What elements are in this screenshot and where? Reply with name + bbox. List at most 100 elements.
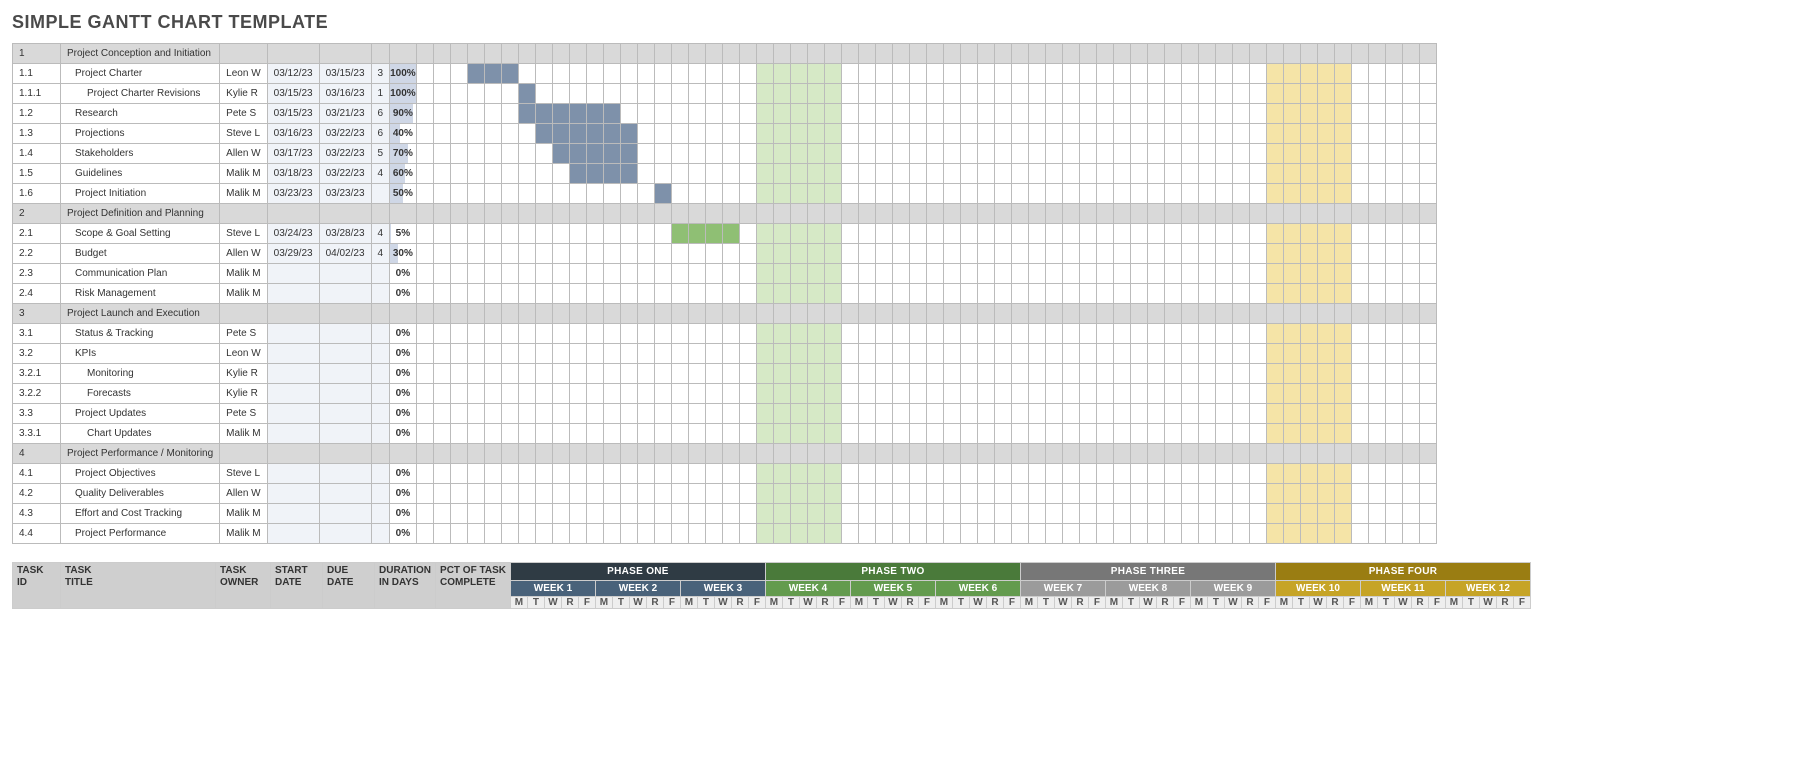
- task-row: 4.3Effort and Cost TrackingMalik M0%: [13, 504, 1437, 524]
- week-header: WEEK 10: [1275, 581, 1360, 597]
- task-row: 3.2.1MonitoringKylie R0%: [13, 364, 1437, 384]
- section-row: 3Project Launch and Execution: [13, 304, 1437, 324]
- day-header: F: [1428, 597, 1445, 609]
- pct-complete-cell: 0%: [390, 364, 417, 384]
- day-header: W: [1309, 597, 1326, 609]
- section-row: 1Project Conception and Initiation: [13, 44, 1437, 64]
- week-header: WEEK 1: [510, 581, 595, 597]
- pct-complete-cell: 90%: [390, 104, 417, 124]
- col-header-task_owner: TASKOWNER: [216, 563, 271, 609]
- day-header: R: [1071, 597, 1088, 609]
- day-header: F: [1003, 597, 1020, 609]
- day-header: T: [527, 597, 544, 609]
- phase-header: PHASE FOUR: [1275, 563, 1530, 581]
- week-header: WEEK 9: [1190, 581, 1275, 597]
- week-header: WEEK 5: [850, 581, 935, 597]
- day-header: M: [595, 597, 612, 609]
- pct-complete-cell: 0%: [390, 404, 417, 424]
- day-header: T: [1292, 597, 1309, 609]
- pct-complete-cell: 0%: [390, 384, 417, 404]
- day-header: R: [816, 597, 833, 609]
- day-header: T: [1377, 597, 1394, 609]
- day-header: W: [714, 597, 731, 609]
- day-header: M: [850, 597, 867, 609]
- week-header: WEEK 12: [1445, 581, 1530, 597]
- day-header: R: [731, 597, 748, 609]
- task-row: 1.1Project CharterLeon W03/12/2303/15/23…: [13, 64, 1437, 84]
- task-row: 1.2ResearchPete S03/15/2303/21/23690%: [13, 104, 1437, 124]
- day-header: F: [748, 597, 765, 609]
- gantt-table: TASKIDTASKTITLETASKOWNERSTARTDATEDUEDATE…: [12, 562, 1531, 609]
- day-header: R: [646, 597, 663, 609]
- task-row: 1.1.1Project Charter RevisionsKylie R03/…: [13, 84, 1437, 104]
- pct-complete-cell: 0%: [390, 324, 417, 344]
- day-header: M: [680, 597, 697, 609]
- col-header-pct: PCT OF TASKCOMPLETE: [436, 563, 511, 609]
- day-header: R: [561, 597, 578, 609]
- phase-header: PHASE TWO: [765, 563, 1020, 581]
- week-header: WEEK 2: [595, 581, 680, 597]
- day-header: F: [663, 597, 680, 609]
- task-row: 3.3.1Chart UpdatesMalik M0%: [13, 424, 1437, 444]
- day-header: F: [1088, 597, 1105, 609]
- task-row: 2.1Scope & Goal SettingSteve L03/24/2303…: [13, 224, 1437, 244]
- task-row: 4.4Project PerformanceMalik M0%: [13, 524, 1437, 544]
- week-header: WEEK 4: [765, 581, 850, 597]
- day-header: F: [1513, 597, 1530, 609]
- pct-complete-cell: 100%: [390, 84, 417, 104]
- day-header: T: [1462, 597, 1479, 609]
- col-header-start_date: STARTDATE: [271, 563, 323, 609]
- day-header: W: [629, 597, 646, 609]
- day-header: M: [1360, 597, 1377, 609]
- day-header: F: [1173, 597, 1190, 609]
- day-header: R: [901, 597, 918, 609]
- day-header: M: [935, 597, 952, 609]
- task-row: 3.2.2ForecastsKylie R0%: [13, 384, 1437, 404]
- phase-header: PHASE ONE: [510, 563, 765, 581]
- pct-complete-cell: 0%: [390, 284, 417, 304]
- pct-complete-cell: 0%: [390, 464, 417, 484]
- phase-header: PHASE THREE: [1020, 563, 1275, 581]
- day-header: R: [986, 597, 1003, 609]
- pct-complete-cell: 0%: [390, 524, 417, 544]
- col-header-duration: DURATIONIN DAYS: [375, 563, 436, 609]
- pct-complete-cell: 0%: [390, 344, 417, 364]
- day-header: R: [1241, 597, 1258, 609]
- day-header: T: [867, 597, 884, 609]
- day-header: W: [1054, 597, 1071, 609]
- day-header: W: [1139, 597, 1156, 609]
- day-header: T: [1122, 597, 1139, 609]
- week-header: WEEK 8: [1105, 581, 1190, 597]
- pct-complete-cell: 0%: [390, 424, 417, 444]
- task-row: 1.4StakeholdersAllen W03/17/2303/22/2357…: [13, 144, 1437, 164]
- day-header: W: [799, 597, 816, 609]
- week-header: WEEK 11: [1360, 581, 1445, 597]
- day-header: M: [1275, 597, 1292, 609]
- pct-complete-cell: 40%: [390, 124, 417, 144]
- day-header: W: [969, 597, 986, 609]
- day-header: F: [918, 597, 935, 609]
- day-header: R: [1496, 597, 1513, 609]
- task-row: 3.3Project UpdatesPete S0%: [13, 404, 1437, 424]
- day-header: M: [510, 597, 527, 609]
- col-header-due_date: DUEDATE: [323, 563, 375, 609]
- day-header: F: [1258, 597, 1275, 609]
- week-header: WEEK 3: [680, 581, 765, 597]
- day-header: R: [1326, 597, 1343, 609]
- task-row: 3.2KPIsLeon W0%: [13, 344, 1437, 364]
- day-header: M: [1020, 597, 1037, 609]
- pct-complete-cell: 0%: [390, 484, 417, 504]
- col-header-task_id: TASKID: [13, 563, 61, 609]
- day-header: W: [1394, 597, 1411, 609]
- day-header: F: [833, 597, 850, 609]
- task-row: 1.5GuidelinesMalik M03/18/2303/22/23460%: [13, 164, 1437, 184]
- pct-complete-cell: 0%: [390, 504, 417, 524]
- day-header: W: [1479, 597, 1496, 609]
- day-header: T: [612, 597, 629, 609]
- day-header: M: [1445, 597, 1462, 609]
- day-header: F: [1343, 597, 1360, 609]
- section-row: 2Project Definition and Planning: [13, 204, 1437, 224]
- task-row: 1.6Project InitiationMalik M03/23/2303/2…: [13, 184, 1437, 204]
- day-header: T: [1037, 597, 1054, 609]
- task-row: 3.1Status & TrackingPete S0%: [13, 324, 1437, 344]
